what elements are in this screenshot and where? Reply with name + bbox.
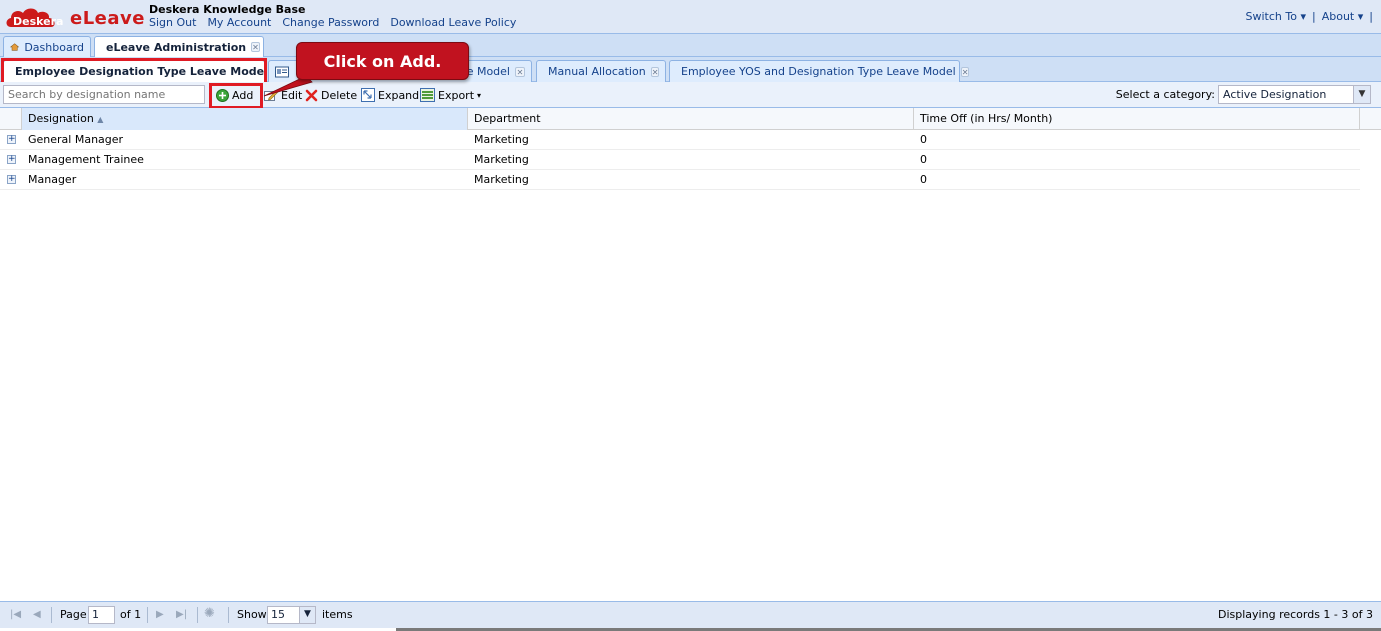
refresh-icon[interactable]: ✺	[204, 606, 215, 621]
search-input[interactable]	[3, 85, 205, 104]
divider	[197, 607, 198, 623]
pagination-bar: |◀ ◀ Page 1 of 1 ▶ ▶| ✺ Show 15 ▼ items …	[0, 601, 1381, 628]
cell-designation: Manager	[28, 173, 77, 186]
switch-to-label: Switch To	[1245, 10, 1297, 23]
cell-designation: Management Trainee	[28, 153, 144, 166]
column-header-department-label: Department	[474, 112, 541, 125]
org-name: Deskera Knowledge Base	[149, 3, 306, 16]
close-icon[interactable]: ✕	[650, 66, 660, 77]
svg-text:Deskera: Deskera	[13, 15, 63, 28]
logo-cloud-icon: Deskera	[6, 8, 63, 28]
expand-icon	[361, 88, 375, 102]
my-account-link[interactable]: My Account	[207, 16, 271, 29]
column-header-time-off[interactable]: Time Off (in Hrs/ Month)	[914, 108, 1360, 130]
close-icon[interactable]: ✕	[251, 42, 260, 52]
page-label: Page	[60, 608, 87, 621]
table-row[interactable]: + Manager Marketing 0	[0, 170, 1360, 190]
change-password-link[interactable]: Change Password	[282, 16, 379, 29]
tab-employee-designation-label: Employee Designation Type Leave Model	[15, 65, 268, 78]
table-row[interactable]: + General Manager Marketing 0	[0, 130, 1360, 150]
instruction-callout: Click on Add.	[296, 42, 469, 80]
display-info: Displaying records 1 - 3 of 3	[1218, 608, 1373, 621]
app-window: Deskera eLeave Deskera Knowledge Base Si…	[0, 0, 1381, 631]
tab-manual-allocation-label: Manual Allocation	[548, 65, 646, 78]
right-links: Switch To ▾ | About ▾ |	[1246, 10, 1373, 23]
tab-manual-allocation[interactable]: Manual Allocation ✕	[536, 60, 666, 82]
about-menu[interactable]: About ▾	[1322, 10, 1364, 23]
product-name: eLeave	[70, 8, 145, 29]
divider	[51, 607, 52, 623]
sort-ascending-icon: ▲	[97, 115, 104, 124]
expand-row-icon[interactable]: +	[7, 175, 16, 184]
tab-dashboard[interactable]: Dashboard	[3, 36, 91, 57]
delete-button-label: Delete	[321, 88, 358, 102]
sign-out-link[interactable]: Sign Out	[149, 16, 196, 29]
category-select[interactable]: Active Designation ▼	[1218, 85, 1371, 104]
page-size-value: 15	[271, 608, 285, 621]
tab-eleave-administration[interactable]: eLeave Administration ✕	[94, 36, 264, 57]
divider: |	[1312, 10, 1316, 23]
column-header-designation[interactable]: Designation ▲	[22, 108, 468, 130]
add-icon	[216, 88, 229, 102]
page-size-select[interactable]: 15 ▼	[267, 606, 316, 624]
app-header: Deskera eLeave Deskera Knowledge Base Si…	[0, 0, 1381, 34]
items-label: items	[322, 608, 353, 621]
expander-column-header	[0, 108, 22, 130]
tab-employee-yos-label: Employee YOS and Designation Type Leave …	[681, 65, 956, 78]
divider: |	[1369, 10, 1373, 23]
first-page-icon[interactable]: |◀	[10, 609, 21, 620]
chevron-down-icon: ▾	[1357, 10, 1364, 23]
category-select-value: Active Designation	[1223, 88, 1327, 101]
home-icon	[10, 43, 20, 51]
divider	[228, 607, 229, 623]
table-row[interactable]: + Management Trainee Marketing 0	[0, 150, 1360, 170]
switch-to-menu[interactable]: Switch To ▾	[1246, 10, 1306, 23]
chevron-down-icon: ▼	[299, 607, 315, 623]
expand-button-label: Expand	[378, 88, 420, 102]
column-header-designation-label: Designation	[28, 112, 94, 125]
grid-toolbar: Add Edit Delete Expand Export ▾ Select a…	[0, 82, 1381, 109]
expand-row-icon[interactable]: +	[7, 135, 16, 144]
main-tab-strip: Dashboard eLeave Administration ✕	[0, 34, 1381, 57]
top-links: Sign Out My Account Change Password Down…	[149, 16, 516, 29]
export-icon	[420, 88, 435, 102]
cell-designation: General Manager	[28, 133, 124, 146]
page-number-input[interactable]: 1	[88, 606, 115, 624]
sub-tab-strip: Employee Designation Type Leave Model ve…	[0, 57, 1381, 82]
chevron-down-icon[interactable]: ▼	[1353, 86, 1370, 103]
category-label: Select a category:	[1115, 88, 1215, 101]
chevron-down-icon: ▾	[477, 90, 482, 100]
cell-department: Marketing	[474, 133, 529, 146]
cell-department: Marketing	[474, 153, 529, 166]
add-button[interactable]: Add	[216, 86, 253, 104]
close-icon[interactable]: ✕	[960, 66, 970, 77]
divider	[147, 607, 148, 623]
chevron-down-icon: ▾	[1300, 10, 1306, 23]
tab-eleave-administration-label: eLeave Administration	[106, 40, 247, 54]
show-label: Show	[237, 608, 267, 621]
column-header-time-off-label: Time Off (in Hrs/ Month)	[920, 112, 1053, 125]
cell-time-off: 0	[920, 133, 927, 146]
cell-department: Marketing	[474, 173, 529, 186]
export-button-label: Export	[438, 88, 475, 102]
tab-employee-yos-designation[interactable]: Employee YOS and Designation Type Leave …	[669, 60, 970, 82]
about-label: About	[1321, 10, 1355, 23]
expand-button[interactable]: Expand	[361, 86, 419, 104]
next-page-icon[interactable]: ▶	[156, 609, 164, 620]
cell-time-off: 0	[920, 153, 927, 166]
close-icon[interactable]: ✕	[515, 66, 525, 77]
tab-dashboard-label: Dashboard	[24, 40, 84, 54]
tab-employee-designation-type-leave-model[interactable]: Employee Designation Type Leave Model	[3, 60, 268, 82]
grid-header: Designation ▲ Department Time Off (in Hr…	[0, 108, 1381, 130]
page-count-label: of 1	[120, 608, 142, 621]
column-header-department[interactable]: Department	[468, 108, 914, 130]
export-button[interactable]: Export ▾	[420, 86, 481, 104]
add-button-label: Add	[232, 88, 254, 102]
last-page-icon[interactable]: ▶|	[176, 609, 187, 620]
previous-page-icon[interactable]: ◀	[33, 609, 41, 620]
expand-row-icon[interactable]: +	[7, 155, 16, 164]
cell-time-off: 0	[920, 173, 927, 186]
download-leave-policy-link[interactable]: Download Leave Policy	[390, 16, 516, 29]
